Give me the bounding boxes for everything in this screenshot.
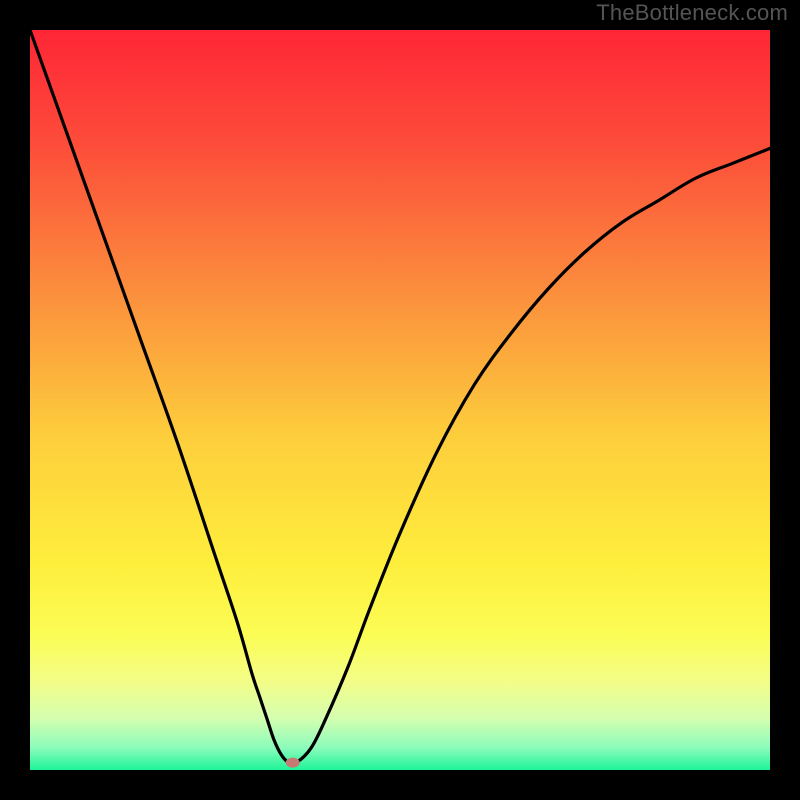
- plot-area: [30, 30, 770, 770]
- gradient-background: [30, 30, 770, 770]
- plot-svg: [30, 30, 770, 770]
- chart-frame: TheBottleneck.com: [0, 0, 800, 800]
- watermark-label: TheBottleneck.com: [596, 0, 788, 26]
- minimum-marker: [286, 758, 300, 768]
